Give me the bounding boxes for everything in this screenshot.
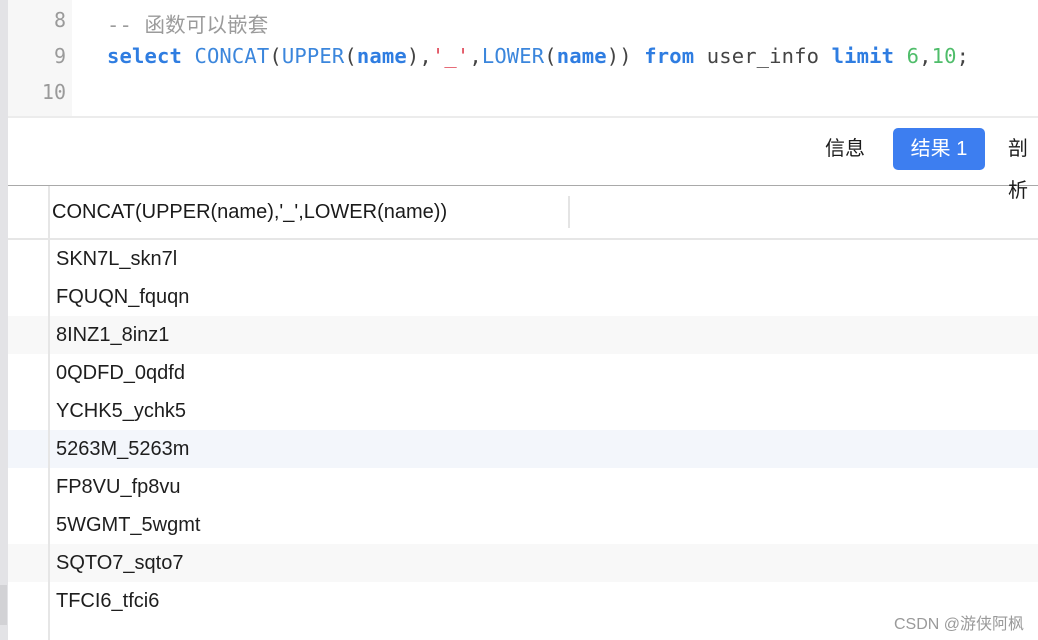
table-row[interactable]: 8INZ1_8inz1 xyxy=(8,316,1038,354)
watermark: CSDN @游侠阿枫 xyxy=(893,616,1024,633)
table-cell[interactable]: FP8VU_fp8vu xyxy=(56,468,181,506)
tab-info[interactable]: 信息 xyxy=(825,128,865,170)
line-number: 8 xyxy=(53,8,66,32)
limit-offset: 6 xyxy=(906,44,920,68)
table-header: CONCAT(UPPER(name),'_',LOWER(name)) xyxy=(8,186,1038,240)
table-name: user_info xyxy=(706,44,820,68)
line-number-gutter: 8 9 10 xyxy=(8,0,72,116)
limit-count: 10 xyxy=(931,44,957,68)
semicolon: ; xyxy=(956,44,970,68)
table-row[interactable]: SQTO7_sqto7 xyxy=(8,544,1038,582)
function-upper: UPPER xyxy=(281,44,345,68)
column-name: name xyxy=(556,44,607,68)
left-scrollbar[interactable] xyxy=(0,0,8,640)
code-line-query: select CONCAT(UPPER(name),'_',LOWER(name… xyxy=(107,44,969,68)
function-concat: CONCAT xyxy=(194,44,270,68)
scrollbar-thumb[interactable] xyxy=(0,585,7,625)
table-cell[interactable]: 5WGMT_5wgmt xyxy=(56,506,200,544)
table-cell[interactable]: SKN7L_skn7l xyxy=(56,240,177,278)
paren: )) xyxy=(606,44,632,68)
comma: , xyxy=(419,44,432,68)
paren: ( xyxy=(344,44,357,68)
table-cell[interactable]: 0QDFD_0qdfd xyxy=(56,354,185,392)
sql-editor[interactable]: 8 9 10 -- 函数可以嵌套 select CONCAT(UPPER(nam… xyxy=(8,0,1038,116)
result-grid: 8INZ1_8inz1 5263M_5263m SQTO7_sqto7 SKN7… xyxy=(8,186,1038,640)
paren: ) xyxy=(406,44,420,68)
keyword-select: select xyxy=(107,44,182,68)
table-cell[interactable]: 8INZ1_8inz1 xyxy=(56,316,169,354)
table-cell[interactable]: 5263M_5263m xyxy=(56,430,189,468)
table-cell[interactable]: YCHK5_ychk5 xyxy=(56,392,186,430)
table-cell[interactable]: TFCI6_tfci6 xyxy=(56,582,159,620)
line-number: 9 xyxy=(53,44,66,68)
table-row[interactable]: FQUQN_fquqn xyxy=(8,278,1038,316)
table-row[interactable]: SKN7L_skn7l xyxy=(8,240,1038,278)
table-row[interactable]: TFCI6_tfci6 xyxy=(8,582,1038,620)
column-header[interactable]: CONCAT(UPPER(name),'_',LOWER(name)) xyxy=(52,186,447,238)
row-number-divider xyxy=(48,186,50,640)
result-tabbar: 信息 结果 1 剖析 xyxy=(8,118,1038,202)
function-lower: LOWER xyxy=(481,44,545,68)
table-row[interactable]: FP8VU_fp8vu xyxy=(8,468,1038,506)
comma: , xyxy=(469,44,482,68)
paren: ( xyxy=(269,44,282,68)
code-line-comment: -- 函数可以嵌套 xyxy=(107,13,269,37)
string-literal: '_' xyxy=(431,44,470,68)
keyword-from: from xyxy=(644,44,695,68)
table-row[interactable]: 5WGMT_5wgmt xyxy=(8,506,1038,544)
column-name: name xyxy=(356,44,407,68)
table-row[interactable]: 0QDFD_0qdfd xyxy=(8,354,1038,392)
paren: ( xyxy=(544,44,557,68)
table-cell[interactable]: FQUQN_fquqn xyxy=(56,278,189,316)
tab-profile[interactable]: 剖析 xyxy=(1008,128,1038,202)
table-cell[interactable]: SQTO7_sqto7 xyxy=(56,544,183,582)
comma: , xyxy=(919,44,932,68)
tab-result-1[interactable]: 结果 1 xyxy=(893,128,985,170)
column-resize-handle[interactable] xyxy=(568,196,570,228)
keyword-limit: limit xyxy=(831,44,895,68)
line-number: 10 xyxy=(41,80,66,104)
table-row[interactable]: YCHK5_ychk5 xyxy=(8,392,1038,430)
table-row[interactable]: 5263M_5263m xyxy=(8,430,1038,468)
